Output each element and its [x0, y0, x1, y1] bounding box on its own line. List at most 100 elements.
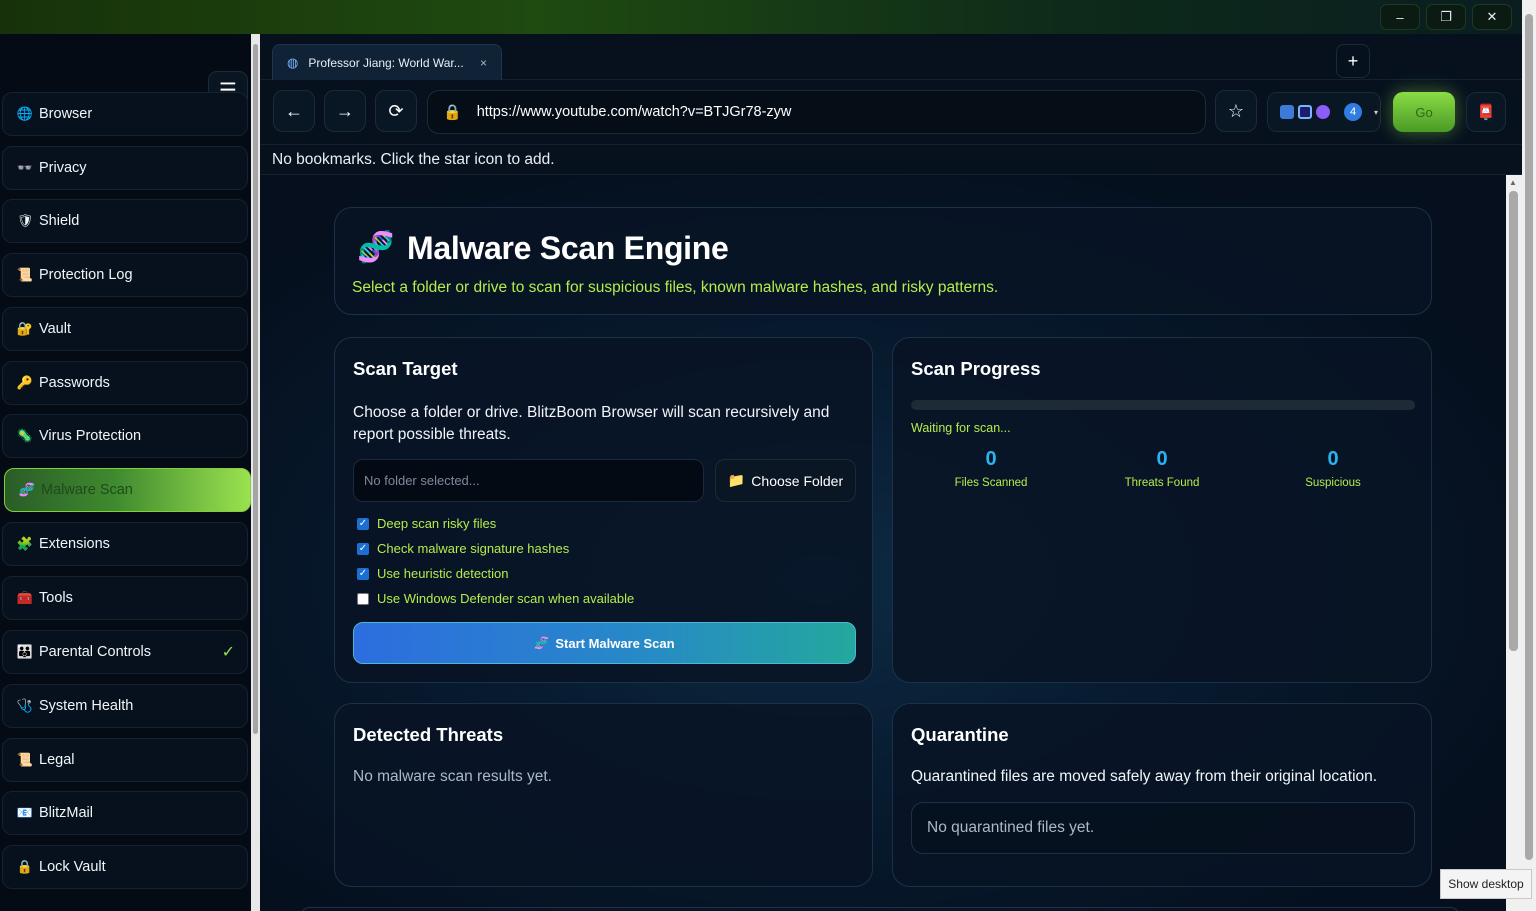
show-desktop-tooltip: Show desktop [1440, 869, 1532, 899]
checkbox[interactable]: ✓ [357, 517, 369, 530]
arrow-left-icon: ← [285, 100, 303, 121]
close-window-button[interactable]: ✕ [1472, 4, 1512, 30]
checkbox[interactable]: ✓ [357, 567, 369, 580]
sidebar-scrollbar-thumb[interactable] [253, 44, 258, 734]
scan-status-text: Waiting for scan... [911, 421, 1011, 435]
url-text[interactable]: https://www.youtube.com/watch?v=BTJGr78-… [477, 104, 792, 120]
page-content: 🧬 Malware Scan Engine Select a folder or… [260, 175, 1506, 911]
mailbox-icon: 📮 [1476, 104, 1496, 121]
sidebar-item-system-health[interactable]: 🩺 System Health [2, 684, 248, 728]
sidebar-item-icon: 🧩 [16, 536, 34, 551]
sidebar-item-label: Lock Vault [39, 859, 106, 875]
sidebar-item-icon: 🔑 [16, 375, 34, 390]
restore-button[interactable]: ❐ [1426, 4, 1466, 30]
next-card-edge [300, 907, 1460, 911]
checkbox[interactable] [357, 592, 369, 605]
back-button[interactable]: ← [273, 90, 315, 132]
new-tab-button[interactable]: + [1336, 44, 1370, 78]
sidebar-item-parental-controls[interactable]: 👪 Parental Controls ✓ [2, 630, 248, 674]
stat-label: Threats Found [1124, 477, 1200, 489]
extensions-count-badge: 4 [1344, 103, 1362, 121]
scan-option[interactable]: ✓ Deep scan risky files [357, 516, 496, 531]
go-button[interactable]: Go [1393, 92, 1455, 132]
sidebar-item-shield[interactable]: 🛡 Shield [2, 199, 248, 243]
folder-icon: 📁 [727, 472, 746, 488]
scan-option[interactable]: ✓ Use heuristic detection [357, 566, 509, 581]
sidebar-item-browser[interactable]: 🌐 Browser [2, 92, 248, 136]
scan-option-label: Check malware signature hashes [377, 541, 570, 556]
quarantine-description: Quarantined files are moved safely away … [911, 768, 1378, 785]
sidebar-item-blitzmail[interactable]: 📧 BlitzMail [2, 791, 248, 835]
globe-icon: ◍ [287, 54, 299, 70]
sidebar-item-extensions[interactable]: 🧩 Extensions [2, 522, 248, 566]
dna-icon: 🧬 [357, 231, 395, 264]
window-titlebar: – ❐ ✕ [0, 0, 1536, 34]
sidebar-item-legal[interactable]: 📜 Legal [2, 738, 248, 782]
sidebar-item-privacy[interactable]: 👓 Privacy [2, 146, 248, 190]
browser-tab[interactable]: ◍ Professor Jiang: World War... × [272, 44, 502, 80]
sidebar-item-virus-protection[interactable]: 🦠 Virus Protection [2, 414, 248, 458]
quarantine-list: No quarantined files yet. [911, 802, 1415, 854]
star-icon: ☆ [1227, 100, 1245, 121]
scan-option[interactable]: ✓ Check malware signature hashes [357, 541, 569, 556]
sidebar-item-passwords[interactable]: 🔑 Passwords [2, 361, 248, 405]
bookmark-star-button[interactable]: ☆ [1215, 90, 1257, 132]
sidebar-item-label: Tools [39, 590, 73, 606]
mail-button[interactable]: 📮 [1466, 92, 1506, 132]
arrow-right-icon: → [336, 100, 354, 121]
extension-video-icon[interactable] [1298, 105, 1312, 119]
scan-option-label: Deep scan risky files [377, 516, 497, 531]
sidebar-item-label: Parental Controls [39, 644, 152, 660]
sidebar-item-vault[interactable]: 🔐 Vault [2, 307, 248, 351]
forward-button[interactable]: → [324, 90, 366, 132]
sidebar-item-label: BlitzMail [39, 805, 93, 821]
choose-folder-button[interactable]: 📁 Choose Folder [715, 459, 856, 502]
sidebar-scrollbar[interactable] [251, 34, 260, 911]
extensions-group[interactable]: 4 ▾ [1267, 92, 1381, 132]
scroll-up-icon[interactable]: ▲ [1509, 178, 1517, 187]
checkbox[interactable]: ✓ [357, 542, 369, 555]
sidebar-item-label: Legal [39, 752, 75, 768]
start-malware-scan-button[interactable]: 🧬 Start Malware Scan [353, 622, 856, 664]
scan-option-label: Use Windows Defender scan when available [377, 591, 635, 606]
sidebar-item-label: Shield [39, 213, 80, 229]
tab-title: Professor Jiang: World War... [308, 55, 464, 70]
sidebar-item-label: Protection Log [39, 267, 133, 283]
address-bar[interactable]: 🔒 https://www.youtube.com/watch?v=BTJGr7… [427, 90, 1206, 134]
sidebar-item-icon: 🌐 [16, 106, 34, 121]
threats-empty-text: No malware scan results yet. [353, 768, 552, 785]
sidebar-item-icon: 🧰 [16, 590, 34, 605]
folder-path-field[interactable]: No folder selected... [353, 459, 704, 502]
sidebar-item-label: Malware Scan [41, 482, 133, 498]
sidebar-item-icon: 🔐 [16, 321, 34, 336]
sidebar-item-tools[interactable]: 🧰 Tools [2, 576, 248, 620]
sidebar-item-icon: 🦠 [16, 428, 34, 443]
sidebar-item-icon: 📧 [16, 805, 34, 820]
extension-play-icon[interactable] [1316, 105, 1330, 119]
bookmarks-empty-text: No bookmarks. Click the star icon to add… [272, 150, 555, 168]
stat-label: Files Scanned [954, 477, 1028, 489]
stat-suspicious: 0 Suspicious [1263, 448, 1403, 489]
scan-progress-card: Scan Progress Waiting for scan... 0 File… [892, 337, 1432, 683]
sidebar-item-protection-log[interactable]: 📜 Protection Log [2, 253, 248, 297]
quarantine-empty-text: No quarantined files yet. [927, 819, 1095, 836]
sidebar-item-lock-vault[interactable]: 🔒 Lock Vault [2, 845, 248, 889]
reload-button[interactable]: ⟳ [375, 90, 417, 132]
browser-toolbar: ← → ⟳ 🔒 https://www.youtube.com/watch?v=… [260, 80, 1522, 144]
chevron-down-icon[interactable]: ▾ [1374, 108, 1378, 117]
stat-files-scanned: 0 Files Scanned [921, 448, 1061, 489]
scan-option[interactable]: Use Windows Defender scan when available [357, 591, 634, 606]
stat-label: Suspicious [1305, 477, 1361, 489]
start-scan-label: Start Malware Scan [555, 635, 675, 651]
sidebar-item-label: Extensions [39, 536, 110, 552]
minimize-button[interactable]: – [1380, 4, 1420, 30]
scan-progress-heading: Scan Progress [911, 358, 1041, 379]
tab-close-icon[interactable]: × [480, 56, 487, 70]
content-scrollbar-thumb[interactable] [1509, 191, 1518, 651]
detected-threats-card: Detected Threats No malware scan results… [334, 703, 873, 887]
window-scrollbar-thumb[interactable] [1525, 14, 1533, 860]
sidebar-item-malware-scan[interactable]: 🧬 Malware Scan [4, 468, 251, 512]
window-scrollbar[interactable] [1522, 0, 1536, 911]
content-scrollbar[interactable]: ▲ [1506, 175, 1522, 911]
extension-download-icon[interactable] [1280, 105, 1294, 119]
